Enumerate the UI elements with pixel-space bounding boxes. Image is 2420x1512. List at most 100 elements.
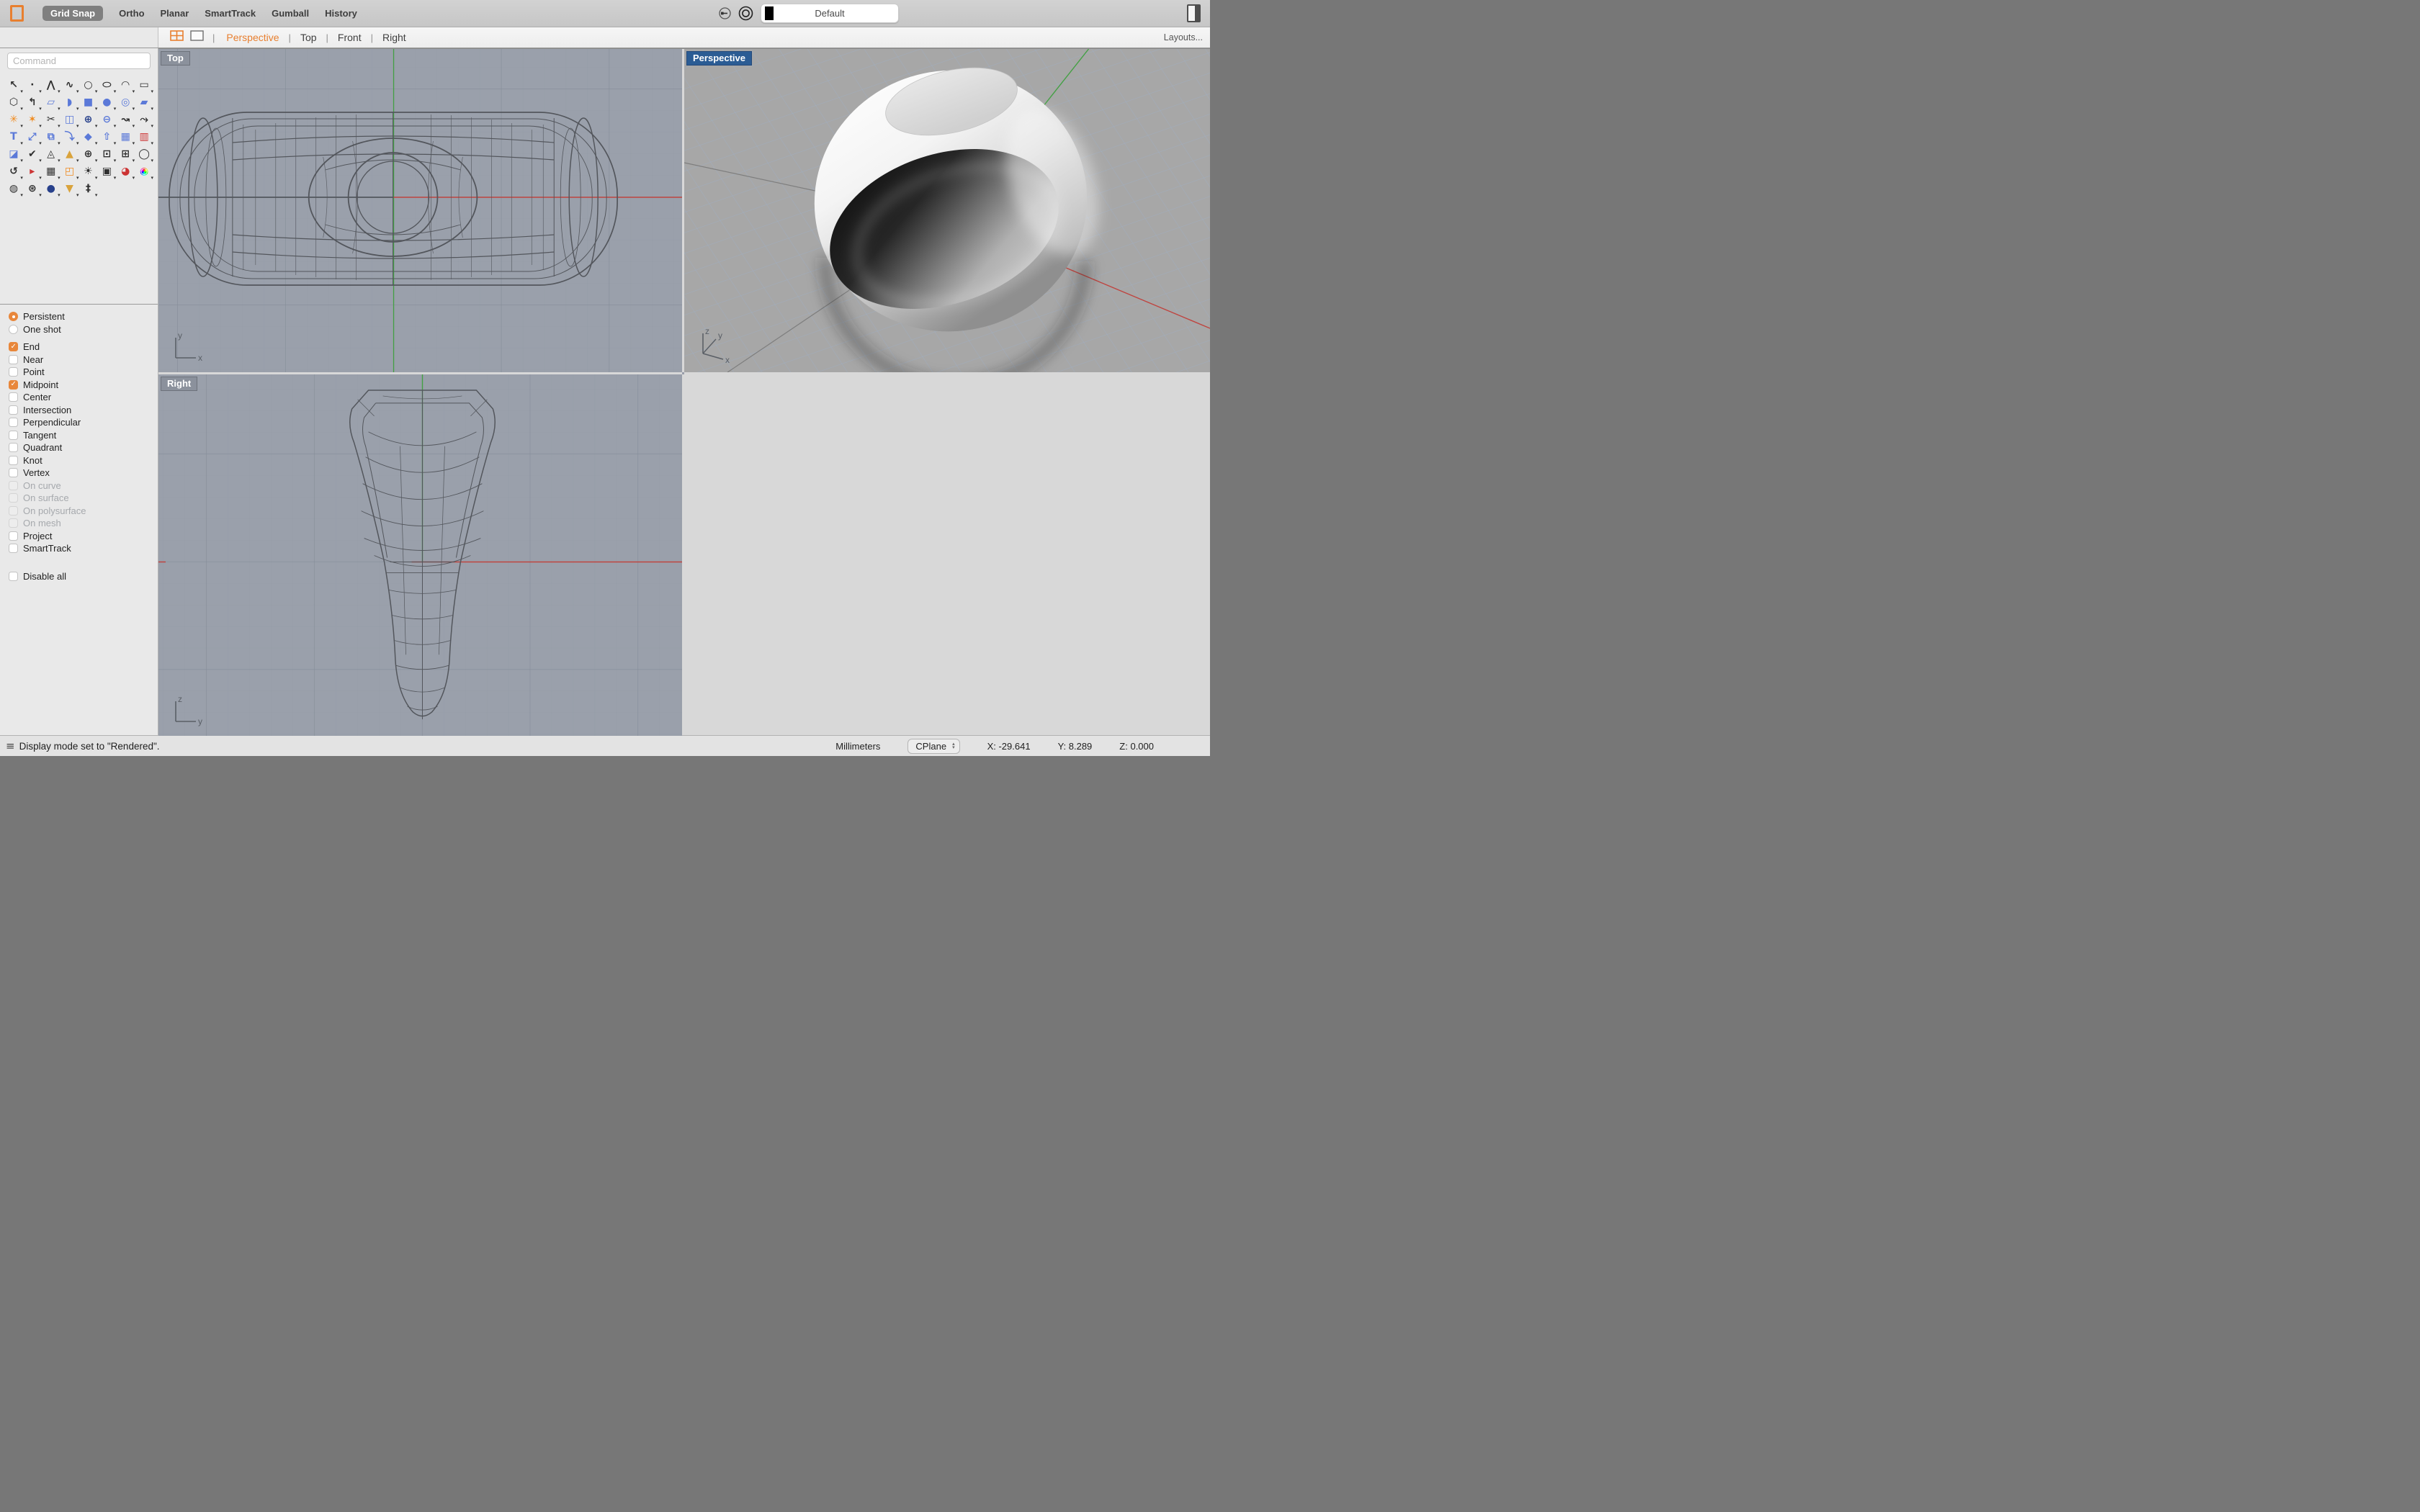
four-pane-layout-icon[interactable] [170,30,184,45]
key-history-icon[interactable] [717,6,732,21]
viewport-top[interactable]: Top y x [158,49,682,372]
viewport-right[interactable]: Right z y [158,374,682,736]
rectangular-array-icon[interactable]: ▦ [116,128,135,145]
menubar-toggle[interactable]: SmartTrack [205,8,256,19]
extend-curve-icon[interactable]: ⤳ [135,111,153,128]
right-sidebar-toggle-icon[interactable] [1187,4,1201,22]
viewport-top-label[interactable]: Top [161,51,190,66]
osnap-checkbox[interactable]: Project [9,530,158,543]
dimension-icon[interactable]: ‡ [79,180,98,197]
zoom-window-icon[interactable]: ⊡ [97,145,116,163]
current-layer-dropdown[interactable]: Default [761,4,899,23]
osnap-checkbox[interactable]: Intersection [9,404,158,417]
osnap-checkbox[interactable]: Tangent [9,429,158,442]
osnap-checkbox[interactable]: On surface [9,492,158,505]
polyline-icon[interactable]: ⋀ [42,76,60,94]
viewport-perspective[interactable]: Perspective z y x [684,49,1210,372]
osnap-checkbox[interactable]: Midpoint [9,379,158,392]
selection-check-icon[interactable]: ✔ [23,145,42,163]
viewport-tab[interactable]: Right [362,32,406,43]
boolean-difference-icon[interactable]: ⊖ [97,111,116,128]
osnap-checkbox[interactable]: Center [9,391,158,404]
osnap-checkbox[interactable]: On polysurface [9,505,158,518]
circle-icon[interactable]: ○ [79,76,98,94]
text-icon[interactable]: T [4,128,23,145]
osnap-checkbox[interactable]: On curve [9,480,158,492]
single-point-icon[interactable]: ∙ [23,76,42,94]
menubar-toggle[interactable]: Planar [161,8,189,19]
adjust-curve-icon[interactable]: ↝ [116,111,135,128]
arc-icon[interactable]: ◠ [116,76,135,94]
primitive-solids-icon[interactable]: ◬ [42,145,60,163]
viewport-tab[interactable]: Perspective [226,32,279,43]
torus-icon[interactable]: ◎ [116,94,135,111]
trim-icon[interactable]: ✂ [42,111,60,128]
scale-icon[interactable]: ⤢ [23,128,42,145]
menubar-toggle[interactable]: Gumball [272,8,309,19]
spotlight-cone-icon[interactable]: ▼ [60,180,79,197]
plugins-puzzle-icon[interactable]: ✳ [4,111,23,128]
layouts-button[interactable]: Layouts... [1164,32,1203,42]
clipping-plane-icon[interactable]: ◕ [116,163,135,180]
osnap-checkbox[interactable]: Knot [9,454,158,467]
rectangle-icon[interactable]: ▭ [135,76,153,94]
cplane-select[interactable]: CPlane ▴▾ [908,739,959,754]
menubar-toggle[interactable]: Ortho [119,8,144,19]
explode-icon[interactable]: ✶ [23,111,42,128]
box-icon[interactable]: ■ [79,94,98,111]
target-record-icon[interactable] [738,5,754,22]
single-pane-layout-icon[interactable] [190,30,204,45]
named-views-icon[interactable]: ◰ [60,163,79,180]
boolean-union-icon[interactable]: ⊕ [79,111,98,128]
osnap-checkbox[interactable]: SmartTrack [9,542,158,555]
cplane-grid-icon[interactable]: ▦ [42,163,60,180]
orient-icon[interactable]: ⤵ [60,128,79,145]
distribute-icon[interactable]: ▥ [135,128,153,145]
viewport-right-label[interactable]: Right [161,377,197,391]
viewport-tab[interactable]: Top [279,32,317,43]
patch-surface-icon[interactable]: ◗ [60,94,79,111]
lock-icon[interactable]: ▣ [97,163,116,180]
zoom-extents-icon[interactable]: ⊞ [116,145,135,163]
viewport-tab[interactable]: Front [317,32,362,43]
osnap-checkbox[interactable]: End [9,341,158,354]
light-bulb-icon[interactable]: ☀ [79,163,98,180]
ellipse-icon[interactable]: ⬭ [97,76,116,94]
units-button[interactable]: Millimeters [835,741,880,752]
rotate-view-icon[interactable]: ↺ [4,163,23,180]
viewport-perspective-label[interactable]: Perspective [686,51,752,66]
render-grid-sphere-icon[interactable]: ⊛ [23,180,42,197]
osnap-checkbox[interactable]: Near [9,354,158,366]
osnap-checkbox[interactable]: Perpendicular [9,416,158,429]
osnap-radio[interactable]: Persistent [9,310,158,323]
solid-tools-icon[interactable]: ◆ [79,128,98,145]
osnap-checkbox[interactable]: On mesh [9,517,158,530]
polygon-icon[interactable]: ⬡ [4,94,23,111]
zoom-selected-icon[interactable]: ◯ [135,145,153,163]
osnap-checkbox[interactable]: Vertex [9,467,158,480]
render-sphere-icon[interactable]: ◍ [4,180,23,197]
menubar-toggle[interactable]: Grid Snap [42,6,103,21]
copy-array-icon[interactable]: ⧉ [42,128,60,145]
shaded-sphere-icon[interactable]: ● [42,180,60,197]
split-icon[interactable]: ◫ [60,111,79,128]
fillet-curve-icon[interactable]: ↰ [23,94,42,111]
walkabout-car-icon[interactable]: ▸ [23,163,42,180]
pull-objects-icon[interactable]: ▲ [60,145,79,163]
corner-surface-icon[interactable]: ▱ [42,94,60,111]
osnap-radio[interactable]: One shot [9,323,158,336]
viewport-front[interactable]: Front z x [682,372,684,374]
command-input[interactable] [7,53,151,69]
status-menu-icon[interactable]: ≡ [6,739,15,752]
extrude-surface-icon[interactable]: ⇧ [97,128,116,145]
select-pointer-icon[interactable]: ↖ [4,76,23,94]
twisted-surface-icon[interactable]: ▰ [135,94,153,111]
menubar-toggle[interactable]: History [325,8,357,19]
zoom-dynamic-icon[interactable]: ⊕ [79,145,98,163]
control-point-curve-icon[interactable]: ∿ [60,76,79,94]
sphere-icon[interactable]: ● [97,94,116,111]
osnap-disable-all-checkbox[interactable]: Disable all [9,570,158,583]
color-wheel-icon[interactable]: ◉ [135,163,153,180]
surface-edit-icon[interactable]: ◪ [4,145,23,163]
osnap-checkbox[interactable]: Point [9,366,158,379]
